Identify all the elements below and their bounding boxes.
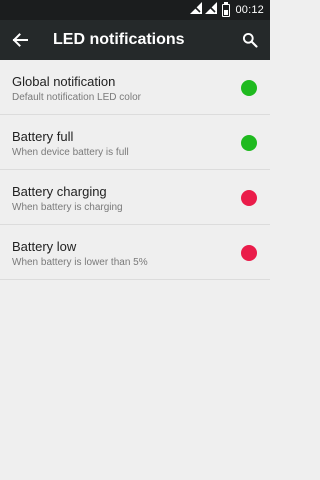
search-button[interactable] — [238, 28, 262, 52]
battery-icon — [222, 1, 231, 17]
item-title: Battery charging — [12, 184, 107, 199]
status-bar: 00:12 — [0, 0, 270, 20]
page-title: LED notifications — [53, 31, 185, 48]
item-subtitle: Default notification LED color — [12, 92, 141, 103]
list-item-battery-charging[interactable]: Battery charging When battery is chargin… — [0, 170, 270, 225]
arrow-back-icon — [12, 33, 28, 47]
list-item-battery-low[interactable]: Battery low When battery is lower than 5… — [0, 225, 270, 280]
app-bar: LED notifications — [0, 20, 270, 60]
led-settings-list: Global notification Default notification… — [0, 60, 270, 280]
list-item-battery-full[interactable]: Battery full When device battery is full — [0, 115, 270, 170]
battery-level-fill — [224, 9, 229, 15]
item-title: Battery low — [12, 239, 77, 254]
led-color-dot[interactable] — [241, 135, 257, 151]
back-button[interactable] — [8, 28, 32, 52]
status-clock: 00:12 — [235, 4, 264, 16]
item-title: Global notification — [12, 74, 116, 89]
no-signal-icon — [190, 1, 203, 19]
item-title: Battery full — [12, 129, 74, 144]
item-subtitle: When battery is lower than 5% — [12, 257, 148, 268]
status-icons: 00:12 — [190, 0, 264, 20]
item-subtitle: When battery is charging — [12, 202, 123, 213]
led-color-dot[interactable] — [241, 190, 257, 206]
list-item-global-notification[interactable]: Global notification Default notification… — [0, 60, 270, 115]
no-signal-icon — [205, 1, 218, 19]
led-color-dot[interactable] — [241, 80, 257, 96]
search-icon — [242, 32, 258, 48]
led-color-dot[interactable] — [241, 245, 257, 261]
item-subtitle: When device battery is full — [12, 147, 129, 158]
